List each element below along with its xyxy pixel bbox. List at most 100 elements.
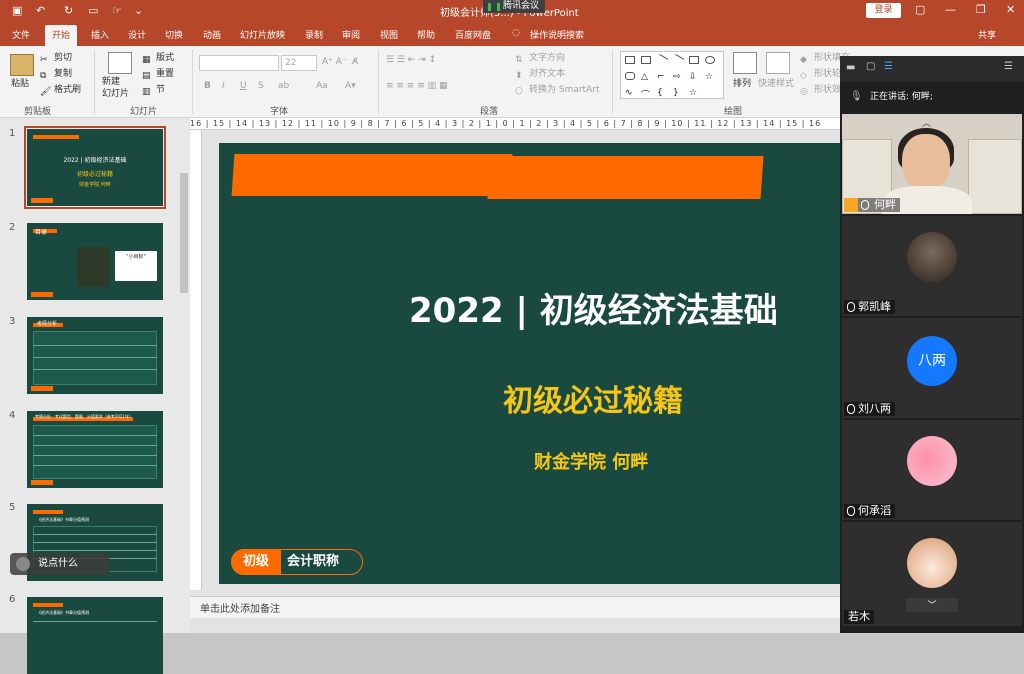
underline-button[interactable]: U: [240, 80, 247, 92]
participant-tile[interactable]: ︿ 何畔: [842, 114, 1022, 214]
participant-tile[interactable]: ﹀ 若木: [842, 522, 1022, 626]
bullets-icon[interactable]: ☰ ☰ ⇤ ⇥ ↕: [386, 54, 436, 66]
quick-styles-button[interactable]: 快速样式: [758, 78, 794, 90]
elbow-icon[interactable]: ⌐: [657, 72, 667, 82]
tab-baidu[interactable]: 百度网盘: [455, 28, 491, 41]
strike-button[interactable]: S: [258, 80, 264, 92]
notes-pane[interactable]: 单击此处添加备注: [190, 596, 840, 618]
current-slide[interactable]: 2022 | 初级经济法基础 初级必过秘籍 财金学院 何畔 初级 会计职称: [219, 143, 840, 584]
present-icon[interactable]: ▭: [88, 4, 98, 18]
text-direction-button[interactable]: ⇅ 文字方向: [515, 52, 565, 66]
close-icon[interactable]: ✕: [1006, 3, 1015, 16]
text-box-icon[interactable]: [625, 56, 635, 64]
layout-button[interactable]: ▦ 版式: [142, 52, 174, 66]
more-shapes-icon[interactable]: ☆: [705, 72, 715, 82]
text-box-vertical-icon[interactable]: [641, 56, 651, 64]
menu-icon[interactable]: ☰: [1004, 61, 1013, 72]
font-size-combo[interactable]: 22: [281, 55, 317, 71]
slide-title[interactable]: 2022 | 初级经济法基础: [409, 283, 778, 332]
undo-icon[interactable]: ↶: [36, 4, 45, 18]
meeting-tag[interactable]: 腾讯会议: [483, 0, 546, 13]
arrow-line-icon[interactable]: [671, 54, 685, 66]
chat-float-button[interactable]: 说点什么: [10, 553, 110, 575]
quick-styles-icon[interactable]: [766, 52, 790, 74]
scrollbar-thumb[interactable]: [180, 173, 188, 293]
tab-record[interactable]: 录制: [305, 28, 323, 41]
font-color-icon[interactable]: A▾: [345, 80, 356, 92]
tab-review[interactable]: 审阅: [342, 28, 360, 41]
spacing-icon[interactable]: ab: [278, 80, 289, 92]
participant-tile[interactable]: 郭凯峰: [842, 216, 1022, 316]
paste-icon[interactable]: [10, 54, 34, 76]
thumbnails-scrollbar[interactable]: [178, 118, 190, 633]
restore-icon[interactable]: ❐: [976, 3, 986, 16]
customize-qa-icon[interactable]: ⌄: [134, 4, 143, 18]
shapes-gallery[interactable]: △ ⌐ ⇨ ⇩ ☆ ∿ ⌒ { } ☆: [620, 51, 724, 101]
format-painter-button[interactable]: 🖌 格式刷: [40, 84, 81, 98]
tab-transitions[interactable]: 切换: [165, 28, 183, 41]
reset-button[interactable]: ▤ 重置: [142, 68, 174, 82]
rounded-rect-icon[interactable]: [625, 72, 635, 80]
window-mode-icon[interactable]: ▢: [866, 61, 875, 72]
font-name-combo[interactable]: [199, 55, 279, 71]
share-button[interactable]: 共享: [978, 28, 996, 41]
participant-tile[interactable]: 何承滔: [842, 420, 1022, 520]
arc-icon[interactable]: ⌒: [641, 88, 651, 101]
star-icon[interactable]: ☆: [689, 88, 699, 98]
tell-me-search[interactable]: 操作说明搜索: [530, 28, 584, 41]
slide-thumbnail-3[interactable]: 考情分析: [27, 317, 163, 394]
align-icon[interactable]: ≡ ≡ ≡ ≡ ▥ ▦: [386, 80, 447, 92]
new-slide-icon[interactable]: [108, 52, 132, 74]
brace-right-icon[interactable]: }: [673, 88, 683, 98]
slide-author[interactable]: 财金学院 何畔: [534, 448, 648, 474]
section-button[interactable]: ▥ 节: [142, 84, 165, 98]
minimize-icon[interactable]: —: [945, 3, 956, 16]
participant-tile[interactable]: 八两 刘八两: [842, 318, 1022, 418]
tab-design[interactable]: 设计: [128, 28, 146, 41]
tab-file[interactable]: 文件: [12, 28, 30, 41]
list-view-icon[interactable]: ☰: [884, 61, 893, 72]
bold-button[interactable]: B: [204, 80, 211, 92]
triangle-icon[interactable]: △: [641, 72, 651, 82]
align-text-button[interactable]: ⬍ 对齐文本: [515, 68, 565, 82]
tab-slideshow[interactable]: 幻灯片放映: [240, 28, 285, 41]
paste-button[interactable]: 粘贴: [11, 78, 29, 90]
login-button[interactable]: 登录: [866, 3, 901, 18]
slide-thumbnail-2[interactable]: 目录 "小目标": [27, 223, 163, 300]
touch-icon[interactable]: ☞: [112, 4, 122, 18]
slide-thumbnail-1[interactable]: 2022 | 初级经济法基础 初级必过秘籍 财金学院 何畔: [24, 126, 166, 209]
down-arrow-icon[interactable]: ⇩: [689, 72, 699, 82]
tab-animations[interactable]: 动画: [203, 28, 221, 41]
slide-subtitle[interactable]: 初级必过秘籍: [503, 376, 683, 420]
right-arrow-icon[interactable]: ⇨: [673, 72, 683, 82]
copy-button[interactable]: ⧉ 复制: [40, 68, 72, 82]
collapse-up-icon[interactable]: ︿: [922, 116, 931, 129]
grow-font-icon[interactable]: A⁺ A⁻: [322, 56, 347, 68]
rectangle-icon[interactable]: [689, 56, 699, 64]
tab-help[interactable]: 帮助: [417, 28, 435, 41]
new-slide-button[interactable]: 新建 幻灯片: [102, 76, 136, 100]
slide-thumbnail-4[interactable]: 考情分析 · 考试题型、题量、分值要求（参考2021年）: [27, 411, 163, 488]
cut-button[interactable]: ✂ 剪切: [40, 52, 72, 66]
ribbon-options-icon[interactable]: ▢: [915, 3, 925, 16]
redo-icon[interactable]: ↻: [64, 4, 73, 18]
tab-insert[interactable]: 插入: [91, 28, 109, 41]
arrange-button[interactable]: 排列: [733, 78, 751, 90]
participant-name: 何承滔: [844, 504, 895, 518]
brush-icon: 🖌: [40, 87, 52, 97]
clear-format-icon[interactable]: A̸: [352, 56, 358, 68]
scroll-down-icon[interactable]: ﹀: [906, 598, 958, 612]
italic-button[interactable]: I: [222, 80, 225, 92]
curve-icon[interactable]: ∿: [625, 88, 635, 98]
change-case-button[interactable]: Aa: [316, 80, 328, 92]
minimize-icon[interactable]: ▬: [846, 62, 855, 73]
tab-home[interactable]: 开始: [45, 25, 78, 46]
tab-view[interactable]: 视图: [380, 28, 398, 41]
arrange-icon[interactable]: [733, 52, 757, 74]
smartart-button[interactable]: ⎔ 转换为 SmartArt: [515, 84, 599, 98]
brace-left-icon[interactable]: {: [657, 88, 667, 98]
oval-icon[interactable]: [705, 56, 715, 64]
line-icon[interactable]: [655, 54, 669, 66]
slide-thumbnail-6[interactable]: 《经济法基础》书章分值预测: [27, 597, 163, 674]
save-icon[interactable]: ▣: [12, 4, 22, 18]
